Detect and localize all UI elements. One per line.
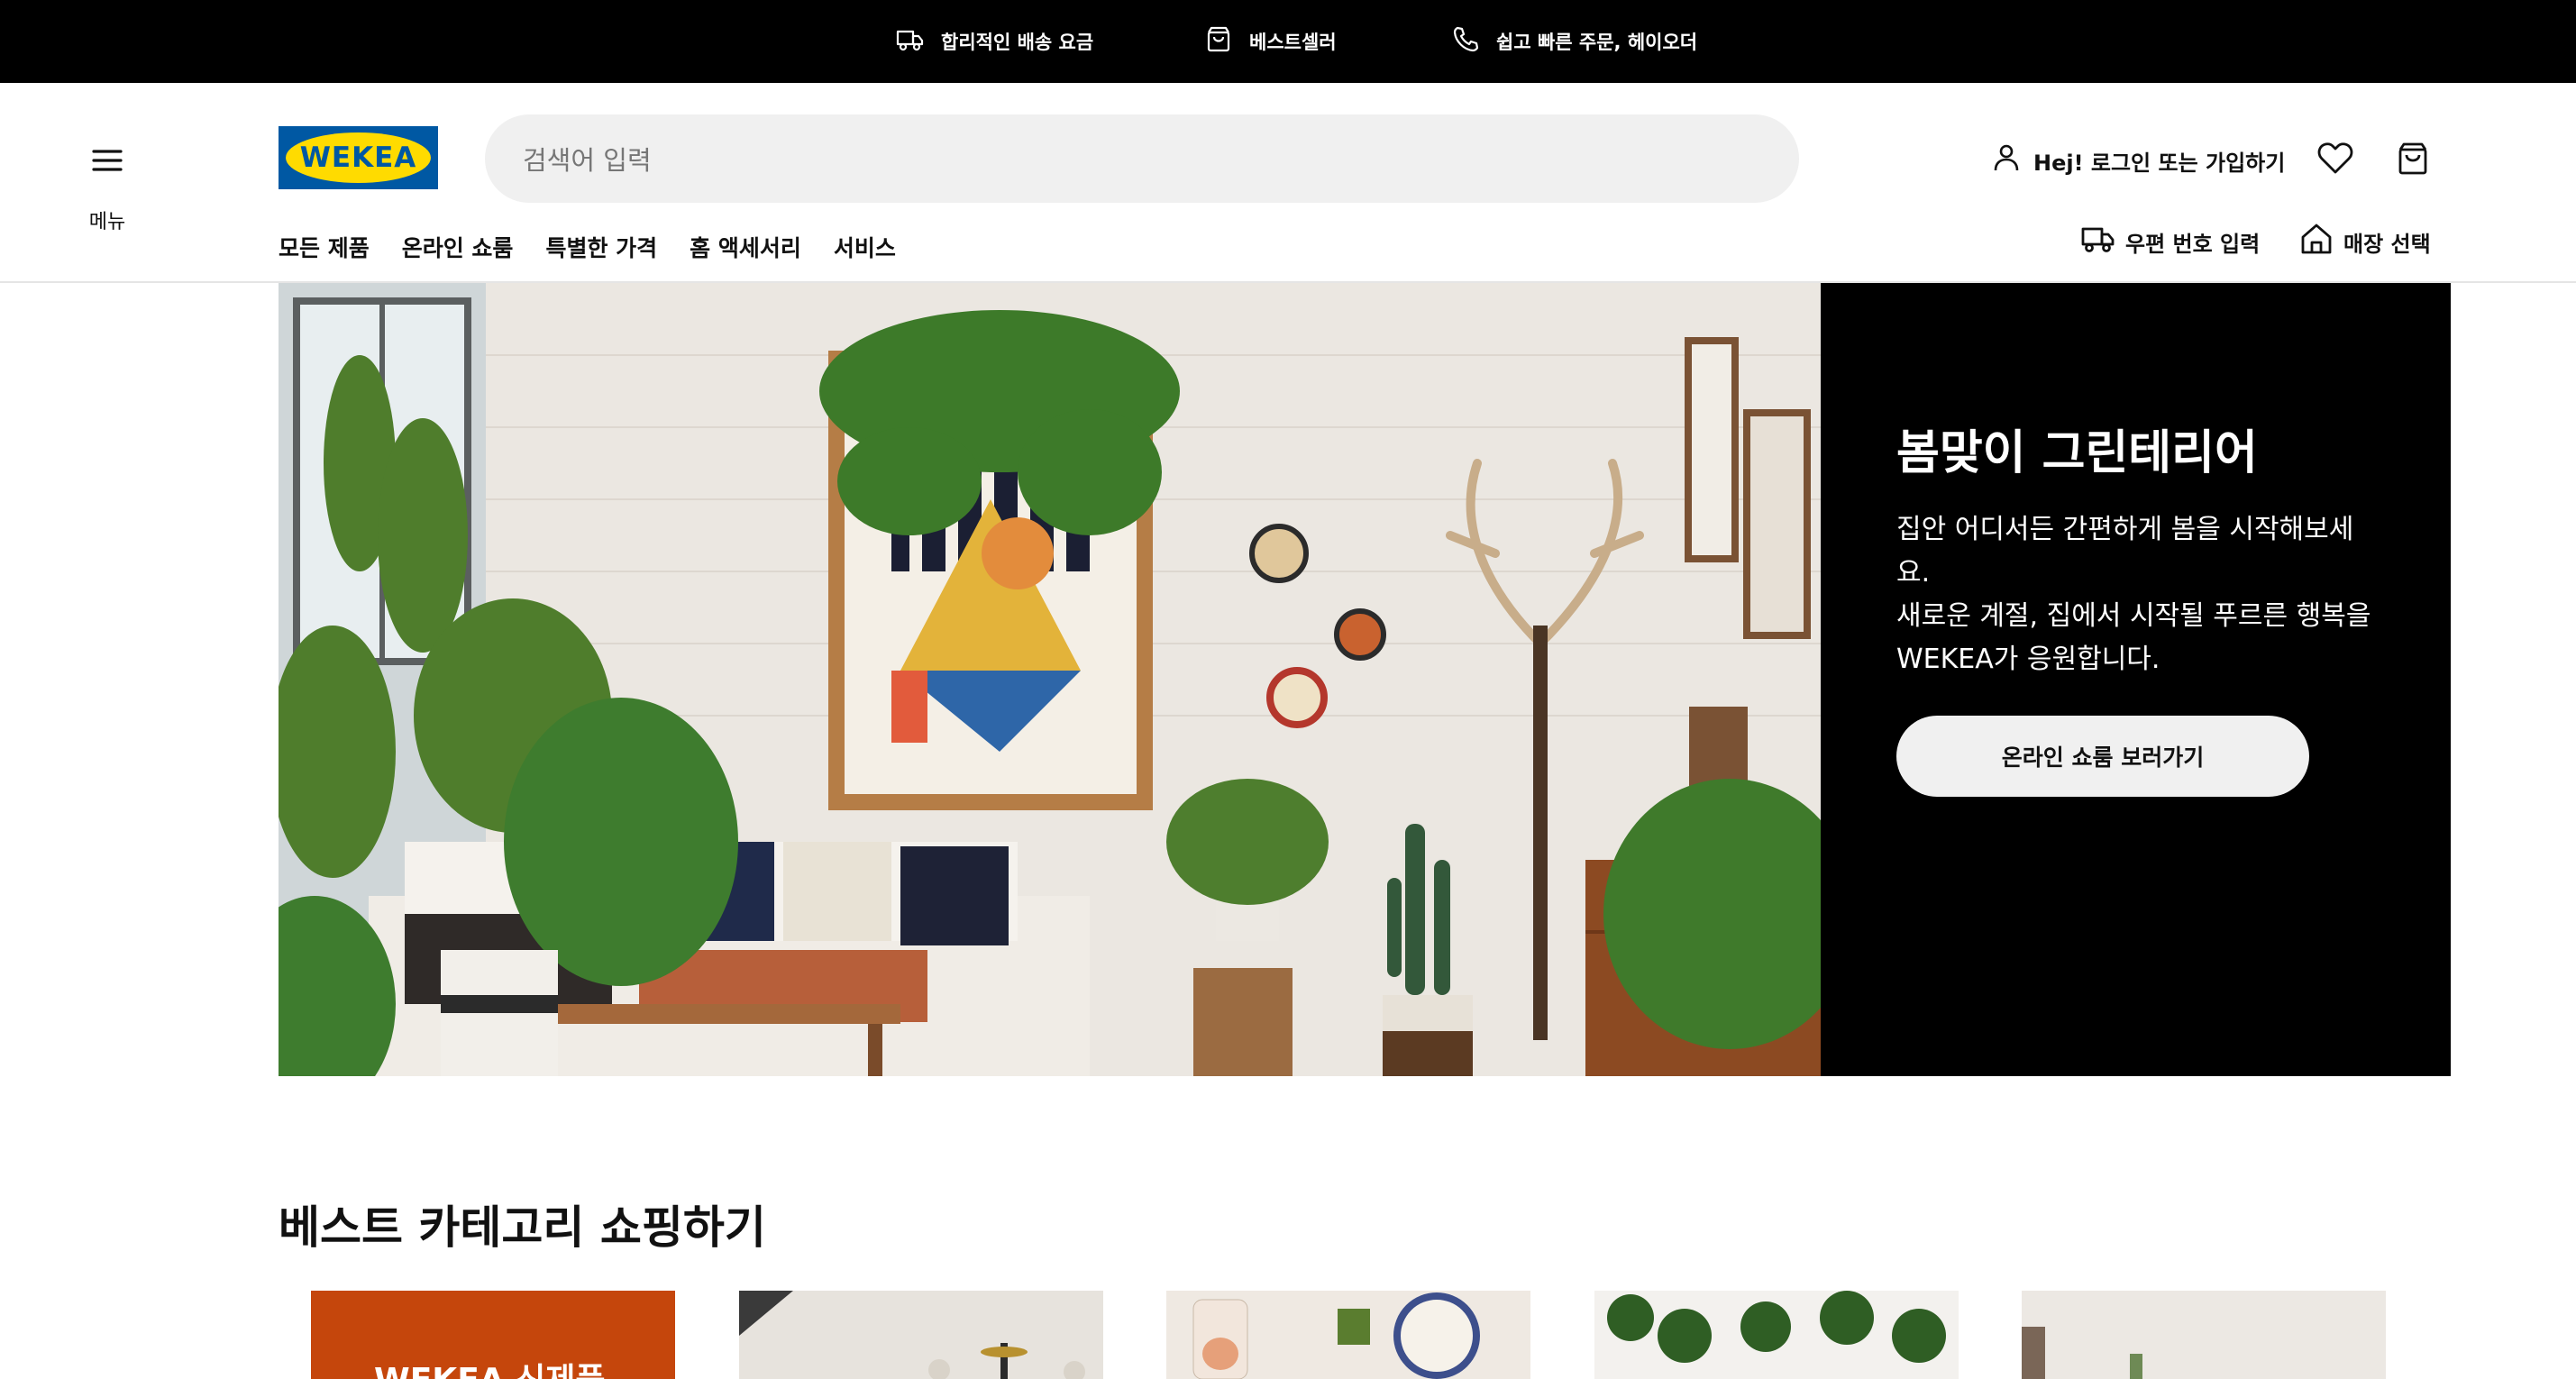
promo-heyorder-link[interactable]: 쉽고 빠른 주문, 헤이오더 (1451, 0, 1697, 83)
store-icon (2298, 221, 2334, 262)
logo-text: WEKEA (299, 142, 417, 174)
category-card-living-room[interactable] (2022, 1291, 2386, 1379)
nav-online-showroom[interactable]: 온라인 쇼룸 (402, 231, 514, 263)
nav-special-price[interactable]: 특별한 가격 (545, 231, 657, 263)
category-image (1192, 1292, 1480, 1379)
hero-text-panel: 봄맞이 그린테리어 집안 어디서든 간편하게 봄을 시작해보세요. 새로운 계절… (1821, 283, 2451, 1076)
promo-bestseller-label: 베스트셀러 (1249, 32, 1337, 53)
category-image (2022, 1327, 2142, 1379)
menu-label: 메뉴 (88, 211, 126, 233)
postcode-button[interactable]: 우편 번호 입력 (2080, 222, 2260, 261)
category-image (739, 1291, 1085, 1379)
wishlist-button[interactable] (2316, 140, 2354, 178)
search-input[interactable]: 검색어 입력 (485, 114, 1799, 203)
hero-description: 집안 어디서든 간편하게 봄을 시작해보세요. 새로운 계절, 집에서 시작될 … (1896, 508, 2383, 681)
promo-heyorder-label: 쉽고 빠른 주문, 헤이오더 (1496, 32, 1698, 53)
hero-title: 봄맞이 그린테리어 (1896, 426, 2258, 480)
hero-description-line1: 집안 어디서든 간편하게 봄을 시작해보세요. (1896, 514, 2354, 589)
hero-banner: 봄맞이 그린테리어 집안 어디서든 간편하게 봄을 시작해보세요. 새로운 계절… (279, 283, 2451, 1076)
hamburger-icon (89, 137, 125, 182)
nav-services[interactable]: 서비스 (834, 231, 896, 263)
category-image (1607, 1291, 1946, 1363)
promo-shipping-link[interactable]: 합리적인 배송 요금 (896, 0, 1093, 83)
cart-button[interactable] (2394, 140, 2432, 178)
menu-button[interactable]: 메뉴 (78, 137, 137, 236)
heart-icon (2316, 142, 2354, 181)
category-card-plants[interactable] (1594, 1291, 1959, 1379)
site-header: 메뉴 WEKEA 검색어 입력 Hej! 로그인 또는 가입하기 모든 제품 온… (0, 83, 2576, 283)
site-logo[interactable]: WEKEA (279, 126, 438, 189)
best-categories-heading: 베스트 카테고리 쇼핑하기 (279, 1201, 766, 1254)
hero-description-line2: 새로운 계절, 집에서 시작될 푸르른 행복을 WEKEA가 응원합니다. (1896, 600, 2371, 675)
hero-room-illustration (279, 283, 1821, 1076)
nav-home-accessories[interactable]: 홈 액세서리 (690, 231, 801, 263)
nav-all-products[interactable]: 모든 제품 (279, 231, 370, 263)
hero-image[interactable] (279, 283, 1821, 1076)
shopping-bag-icon (2394, 142, 2432, 181)
online-showroom-button[interactable]: 온라인 쇼룸 보러가기 (1896, 716, 2309, 797)
phone-icon (1451, 25, 1480, 59)
delivery-truck-icon (2080, 221, 2116, 262)
category-card-label: WEKEA 신제품 (374, 1354, 606, 1379)
login-label: Hej! 로그인 또는 가입하기 (2033, 150, 2286, 176)
login-link[interactable]: Hej! 로그인 또는 가입하기 (1990, 141, 2285, 180)
promo-shipping-label: 합리적인 배송 요금 (941, 32, 1094, 53)
category-card-new-products[interactable]: WEKEA 신제품 (311, 1291, 675, 1379)
bag-icon (1204, 25, 1233, 59)
postcode-label: 우편 번호 입력 (2125, 231, 2261, 257)
category-card-storage[interactable] (1166, 1291, 1530, 1379)
store-label: 매장 선택 (2343, 231, 2431, 257)
category-card-lighting[interactable] (739, 1291, 1103, 1379)
logo-oval: WEKEA (286, 132, 431, 183)
promo-bestseller-link[interactable]: 베스트셀러 (1204, 0, 1337, 83)
promo-bar: 합리적인 배송 요금 베스트셀러 쉽고 빠른 주문, 헤이오더 (0, 0, 2576, 83)
user-icon (1990, 142, 2023, 179)
truck-icon (896, 25, 925, 59)
store-select-button[interactable]: 매장 선택 (2298, 222, 2431, 261)
main-nav: 모든 제품 온라인 쇼룸 특별한 가격 홈 액세서리 서비스 (279, 227, 896, 267)
search-placeholder: 검색어 입력 (523, 145, 652, 176)
